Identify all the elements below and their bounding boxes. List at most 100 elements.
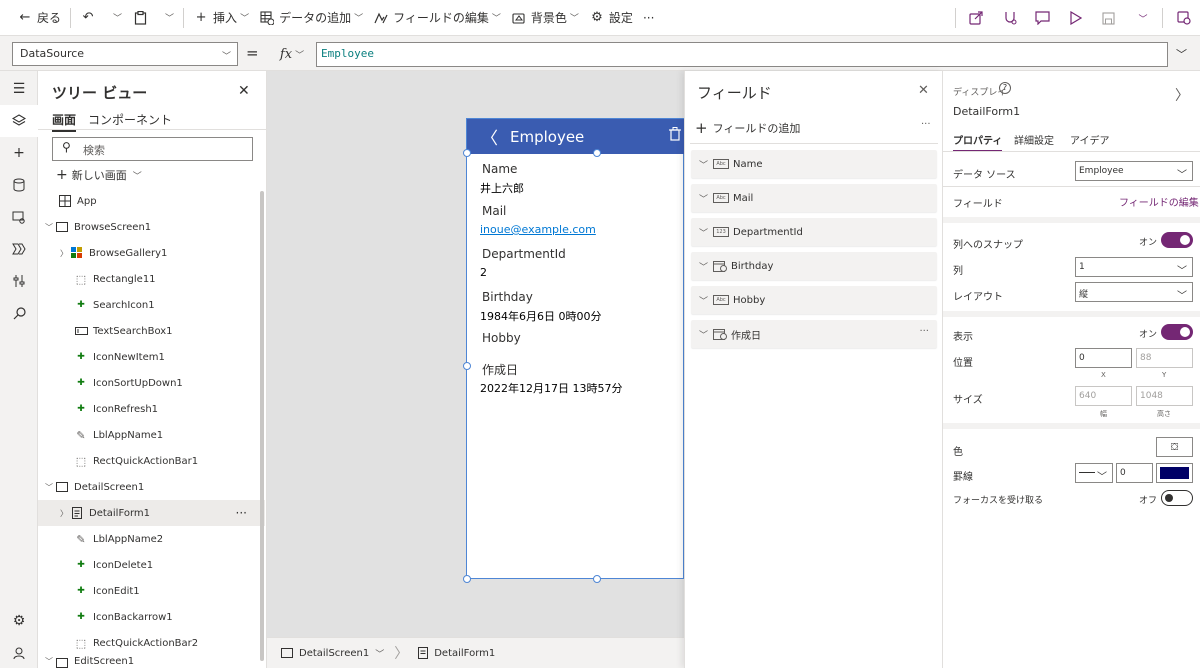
more-commands-button[interactable]: ··· [638,0,659,36]
resize-handle[interactable] [463,149,471,157]
app-checker-icon[interactable] [993,0,1026,36]
play-icon[interactable] [1059,0,1092,36]
power-automate-icon[interactable] [0,233,38,265]
paste-dropdown[interactable]: ﹀ [157,0,179,36]
resize-handle[interactable] [593,575,601,583]
tree-item-form-selected[interactable]: 〉 DetailForm1 ··· [38,500,265,526]
chevron-right-icon[interactable]: 〉 [58,248,70,259]
tree-item-app[interactable]: App [38,188,265,214]
insert-button[interactable]: + 挿入 ﹀ [188,0,254,36]
trash-icon[interactable] [669,127,681,145]
help-icon[interactable]: ? [999,82,1011,94]
save-dropdown[interactable]: ﹀ [1125,0,1158,36]
field-card-birthday[interactable]: ﹀ Birthday [691,252,937,280]
layers-icon[interactable] [0,105,38,137]
chevron-down-icon[interactable]: ﹀ [43,482,55,493]
border-color-button[interactable] [1156,463,1193,483]
snap-toggle[interactable] [1161,232,1193,248]
chevron-down-icon[interactable]: ﹀ [43,656,55,667]
tree-item-screen[interactable]: ﹀ EditScreen1 [38,656,265,668]
tree-item-label[interactable]: ✎ LblAppName2 [38,526,265,552]
tree-search-input[interactable]: 検索 [52,137,253,161]
undo-dropdown[interactable]: ﹀ [105,0,127,36]
tree-item-rectangle[interactable]: ⬚ RectQuickActionBar2 [38,630,265,656]
fx-button[interactable]: fx ﹀ [268,42,316,66]
back-button[interactable]: ← 戻る [12,0,66,36]
field-card-hobby[interactable]: ﹀ Abc Hobby [691,286,937,314]
width-input[interactable]: 640 [1075,386,1132,406]
comment-icon[interactable] [1026,0,1059,36]
media-icon[interactable] [0,201,38,233]
settings-gear-icon[interactable]: ⚙ [0,605,38,637]
database-icon[interactable] [0,169,38,201]
save-icon[interactable] [1092,0,1125,36]
variables-icon[interactable] [0,265,38,297]
data-source-dropdown[interactable]: Employee ﹀ [1075,161,1193,181]
x-input[interactable]: 0 [1075,348,1132,368]
paste-button[interactable] [127,0,157,36]
tab-components[interactable]: コンポーネント [88,111,172,128]
chevron-right-icon[interactable]: 〉 [58,508,70,519]
field-card-name[interactable]: ﹀ Abc Name [691,150,937,178]
field-card-created[interactable]: ﹀ 作成日 ··· [691,320,937,348]
resize-handle[interactable] [593,149,601,157]
fill-color-button[interactable]: ⛋ [1156,437,1193,457]
layout-dropdown[interactable]: 縦 ﹀ [1075,282,1193,302]
expand-formula-icon[interactable]: ﹀ [1176,46,1187,62]
more-options-icon[interactable]: ··· [236,506,247,520]
field-card-departmentid[interactable]: ﹀ 123 DepartmentId [691,218,937,246]
more-options-icon[interactable]: ··· [921,119,931,130]
detail-form-preview[interactable]: 〈 Employee Name 井上六郎 Mail inoue@example.… [466,118,685,579]
breadcrumb-screen[interactable]: DetailScreen1 ﹀ [281,647,384,660]
y-input[interactable]: 88 [1136,348,1193,368]
formula-input[interactable]: Employee [316,42,1168,67]
columns-dropdown[interactable]: 1 ﹀ [1075,257,1193,277]
focus-toggle[interactable] [1161,490,1193,506]
publish-icon[interactable] [1167,0,1200,36]
field-value-link[interactable]: inoue@example.com [480,223,596,236]
tree-item-gallery[interactable]: 〉 BrowseGallery1 [38,240,265,266]
tree-item-screen[interactable]: ﹀ BrowseScreen1 [38,214,265,240]
edit-fields-button[interactable]: フィールドの編集 ﹀ [368,0,506,36]
share-icon[interactable] [960,0,993,36]
tree-item-rectangle[interactable]: ⬚ Rectangle11 [38,266,265,292]
chevron-left-icon[interactable]: 〈 [481,124,498,149]
more-options-icon[interactable]: ··· [919,326,929,337]
tree-item-screen[interactable]: ﹀ DetailScreen1 [38,474,265,500]
edit-fields-link[interactable]: フィールドの編集 [1119,194,1199,209]
height-input[interactable]: 1048 [1136,386,1193,406]
close-icon[interactable]: ✕ [238,83,250,99]
tree-item-textbox[interactable]: TextSearchBox1 [38,318,265,344]
close-icon[interactable]: ✕ [918,83,929,98]
tree-scrollbar[interactable] [260,191,264,661]
field-card-mail[interactable]: ﹀ Abc Mail [691,184,937,212]
resize-handle[interactable] [463,362,471,370]
add-data-button[interactable]: データの追加 ﹀ [254,0,368,36]
tree-item-icon[interactable]: ✚ SearchIcon1 [38,292,265,318]
tree-item-icon[interactable]: ✚ IconBackarrow1 [38,604,265,630]
tree-item-rectangle[interactable]: ⬚ RectQuickActionBar1 [38,448,265,474]
new-screen-button[interactable]: + 新しい画面 ﹀ [56,167,142,183]
tree-item-icon[interactable]: ✚ IconNewItem1 [38,344,265,370]
visible-toggle[interactable] [1161,324,1193,340]
insert-plus-icon[interactable]: + [0,137,38,169]
border-style-dropdown[interactable]: ﹀ [1075,463,1113,483]
tree-item-label[interactable]: ✎ LblAppName1 [38,422,265,448]
virtual-agent-icon[interactable] [0,637,38,668]
tree-item-icon[interactable]: ✚ IconEdit1 [38,578,265,604]
settings-button[interactable]: ⚙ 設定 [584,0,638,36]
add-field-button[interactable]: + フィールドの追加 [695,119,800,137]
background-color-button[interactable]: 背景色 ﹀ [506,0,584,36]
tree-item-icon[interactable]: ✚ IconSortUpDown1 [38,370,265,396]
hamburger-menu-icon[interactable]: ☰ [0,73,38,105]
tree-item-icon[interactable]: ✚ IconDelete1 [38,552,265,578]
tab-advanced[interactable]: 詳細設定 [1014,132,1054,147]
tree-item-icon[interactable]: ✚ IconRefresh1 [38,396,265,422]
chevron-right-icon[interactable]: 〉 [1175,85,1189,105]
tab-ideas[interactable]: アイデア [1070,132,1110,147]
breadcrumb-control[interactable]: DetailForm1 [418,647,495,659]
search-icon[interactable] [0,297,38,329]
property-dropdown[interactable]: DataSource ﹀ [12,42,238,66]
border-width-input[interactable]: 0 [1116,463,1153,483]
undo-button[interactable]: ↶ [75,0,105,36]
